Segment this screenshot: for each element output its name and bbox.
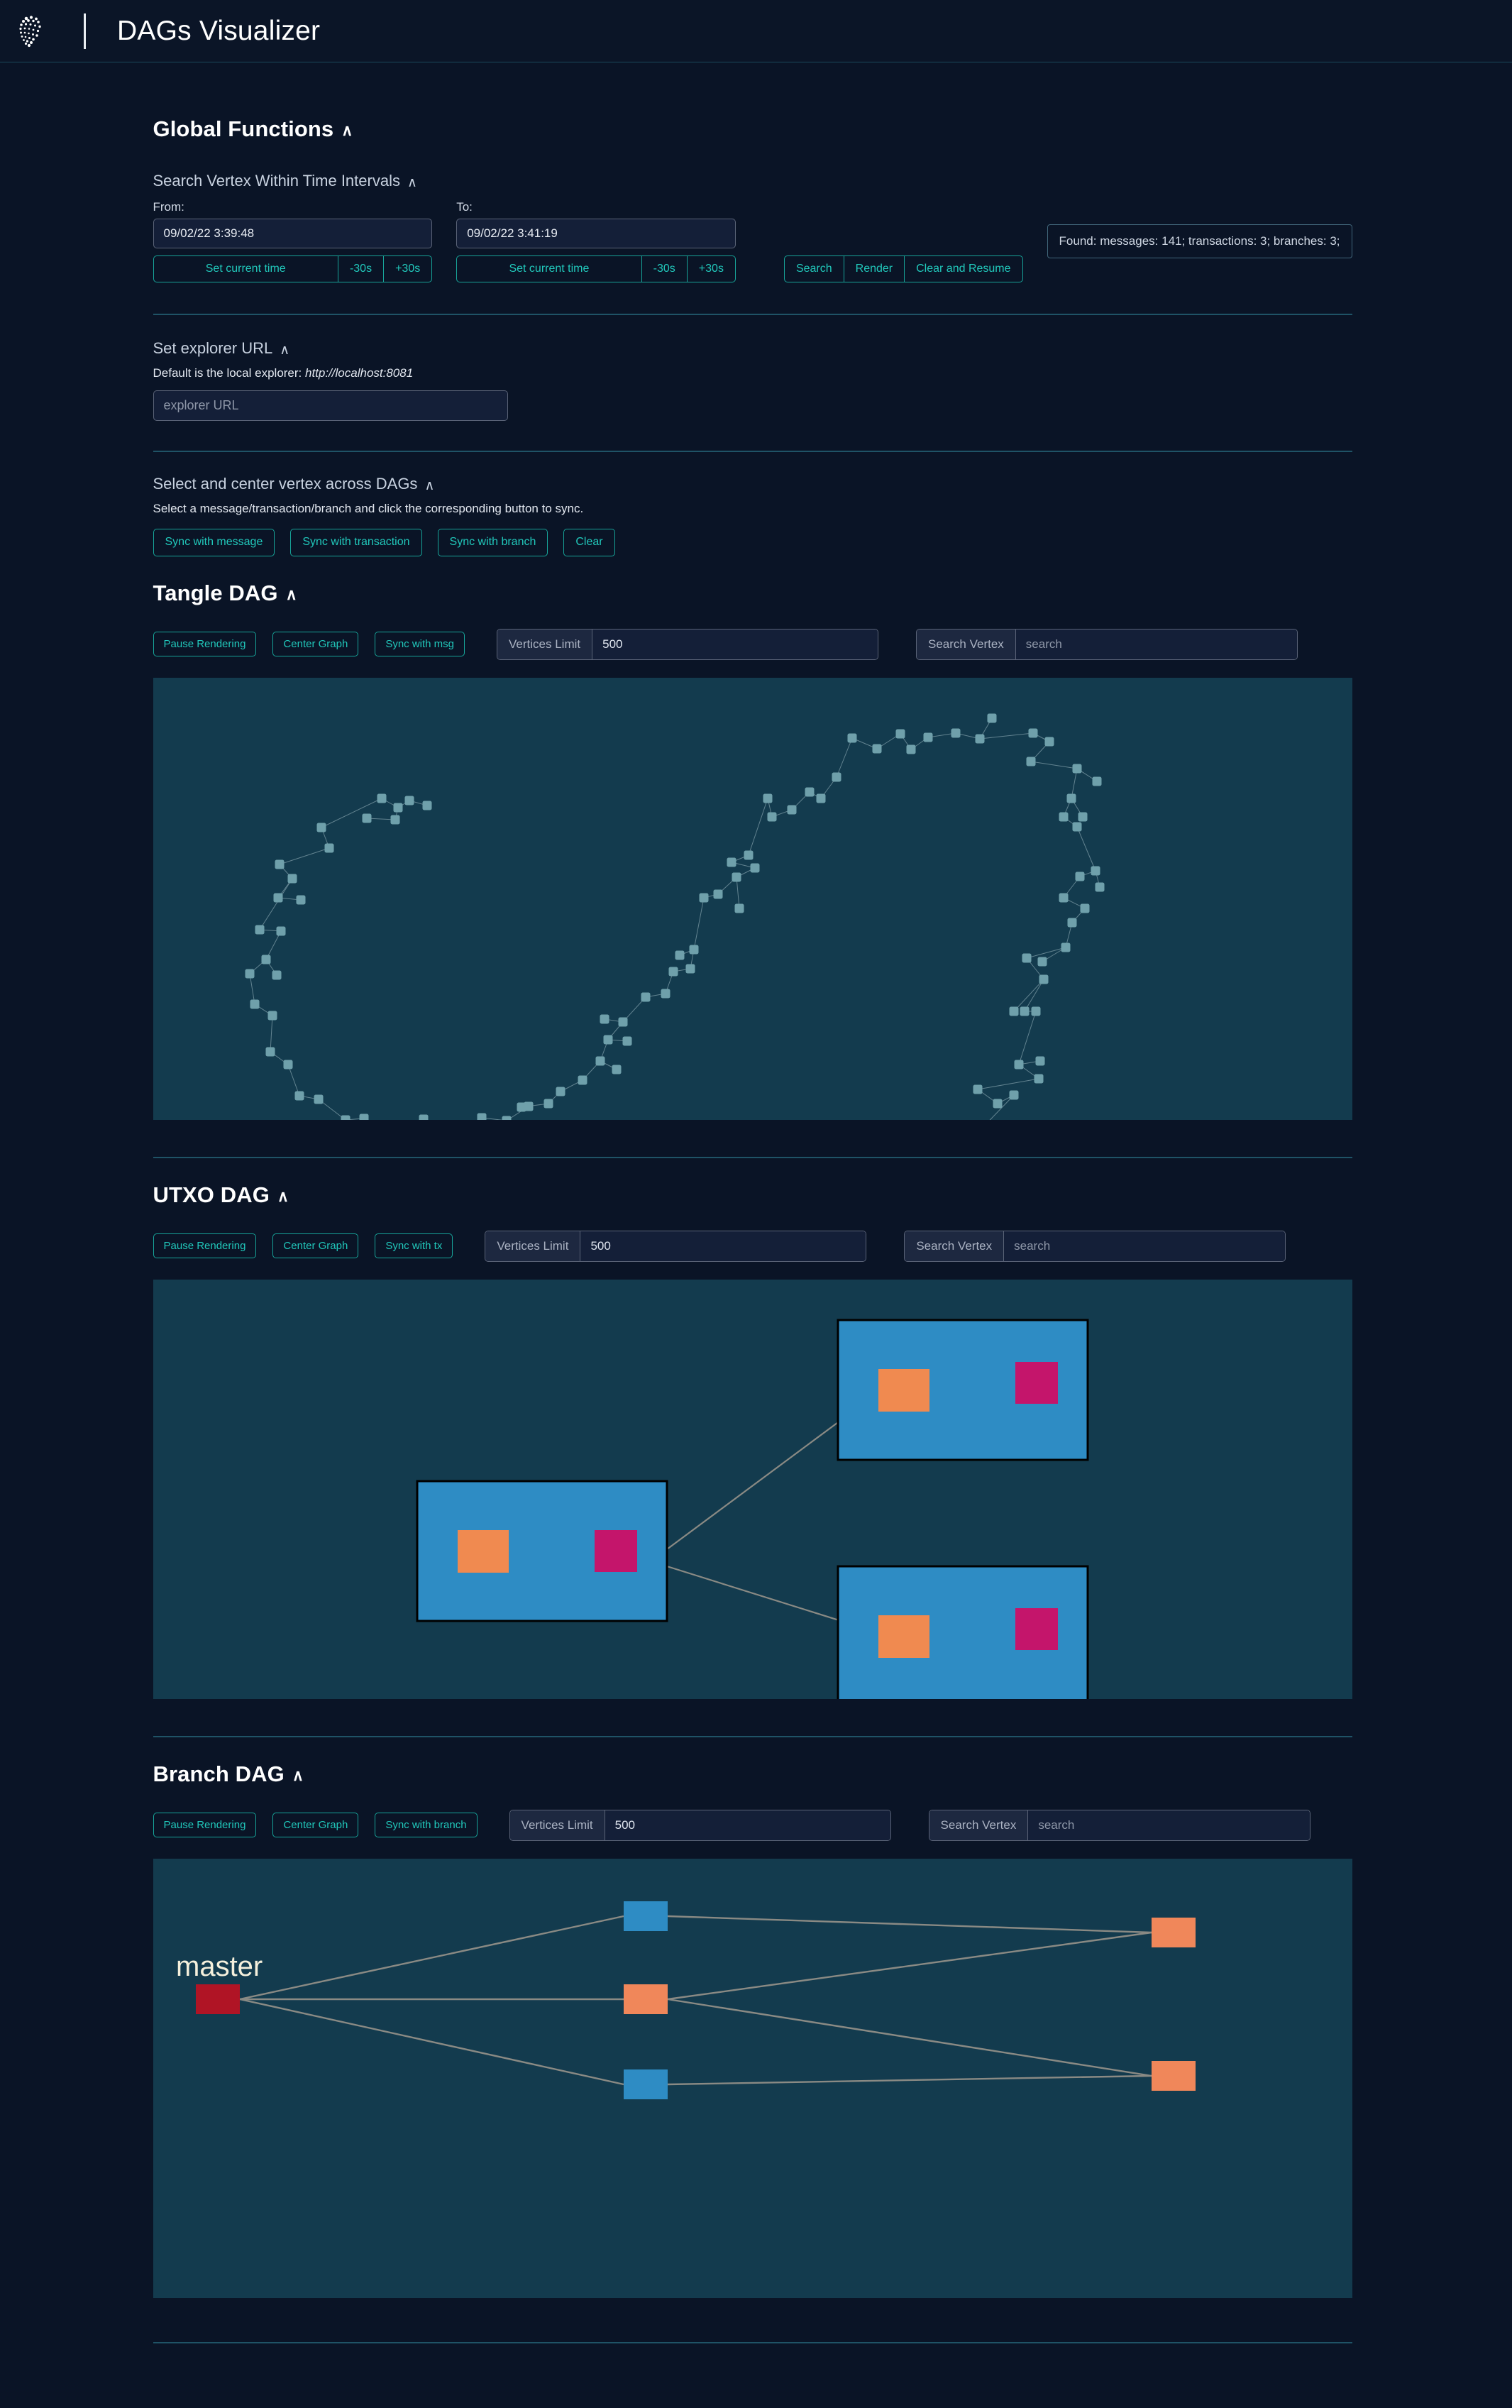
tangle-dag-title: Tangle DAG xyxy=(153,580,278,605)
chevron-up-icon[interactable]: ∧ xyxy=(424,479,434,493)
from-minus-30s-button[interactable]: -30s xyxy=(338,255,385,283)
to-label: To: xyxy=(456,200,473,214)
clear-and-resume-button[interactable]: Clear and Resume xyxy=(905,255,1023,283)
tangle-search-vertex-group: Search Vertex xyxy=(916,628,1298,660)
branch-sync-with-branch-button[interactable]: Sync with branch xyxy=(375,1813,478,1838)
utxo-search-vertex-input[interactable] xyxy=(1004,1231,1286,1261)
select-center-heading[interactable]: Select and center vertex across DAGs ∧ xyxy=(153,475,1352,493)
from-time-group: From: Set current time -30s +30s xyxy=(153,200,433,283)
divider xyxy=(153,1156,1352,1158)
divider xyxy=(153,314,1352,316)
app-header: DAGs Visualizer xyxy=(0,0,1512,62)
global-functions-heading[interactable]: Global Functions ∧ xyxy=(153,116,1352,142)
time-interval-title: Search Vertex Within Time Intervals xyxy=(153,172,400,189)
app-title: DAGs Visualizer xyxy=(117,15,321,46)
utxo-dag-title: UTXO DAG xyxy=(153,1182,270,1207)
branch-vertices-limit-input[interactable] xyxy=(605,1810,890,1840)
to-time-group: To: Set current time -30s +30s xyxy=(456,200,736,283)
header-separator xyxy=(84,13,86,49)
explorer-url-heading[interactable]: Set explorer URL ∧ xyxy=(153,339,1352,358)
explorer-url-title: Set explorer URL xyxy=(153,339,273,358)
sync-with-branch-button[interactable]: Sync with branch xyxy=(437,529,548,556)
sync-with-transaction-button[interactable]: Sync with transaction xyxy=(290,529,422,556)
divider xyxy=(153,2341,1352,2343)
explorer-url-input[interactable] xyxy=(153,390,508,422)
to-time-buttons: Set current time -30s +30s xyxy=(456,255,736,283)
utxo-dag-toolbar: Pause Rendering Center Graph Sync with t… xyxy=(153,1230,1352,1262)
utxo-pause-rendering-button[interactable]: Pause Rendering xyxy=(153,1233,257,1259)
branch-vertices-limit-group: Vertices Limit xyxy=(509,1809,891,1841)
tangle-dag-canvas[interactable] xyxy=(153,677,1352,1120)
from-set-current-time-button[interactable]: Set current time xyxy=(153,255,338,283)
tangle-dag-toolbar: Pause Rendering Center Graph Sync with m… xyxy=(153,628,1352,660)
utxo-search-vertex-label: Search Vertex xyxy=(905,1231,1005,1261)
branch-vertices-limit-label: Vertices Limit xyxy=(509,1810,605,1840)
branch-dag-toolbar: Pause Rendering Center Graph Sync with b… xyxy=(153,1809,1352,1841)
branch-search-vertex-label: Search Vertex xyxy=(929,1810,1029,1840)
search-button[interactable]: Search xyxy=(783,255,844,283)
utxo-search-vertex-group: Search Vertex xyxy=(904,1230,1286,1262)
branch-pause-rendering-button[interactable]: Pause Rendering xyxy=(153,1813,257,1838)
utxo-vertices-limit-input[interactable] xyxy=(580,1231,866,1261)
from-label: From: xyxy=(153,200,184,214)
search-action-buttons: Search Render Clear and Resume xyxy=(783,255,1023,283)
utxo-dag-section: UTXO DAG ∧ Pause Rendering Center Graph … xyxy=(153,1182,1352,1699)
svg-text:master: master xyxy=(176,1951,263,1982)
explorer-url-block: Set explorer URL ∧ Default is the local … xyxy=(153,339,1352,422)
utxo-vertices-limit-label: Vertices Limit xyxy=(485,1231,581,1261)
to-minus-30s-button[interactable]: -30s xyxy=(641,255,688,283)
to-set-current-time-button[interactable]: Set current time xyxy=(456,255,642,283)
utxo-dag-heading[interactable]: UTXO DAG ∧ xyxy=(153,1182,1352,1208)
select-center-helper: Select a message/transaction/branch and … xyxy=(153,502,584,516)
branch-dag-heading[interactable]: Branch DAG ∧ xyxy=(153,1761,1352,1787)
from-plus-30s-button[interactable]: +30s xyxy=(384,255,433,283)
tangle-dag-heading[interactable]: Tangle DAG ∧ xyxy=(153,581,1352,606)
utxo-sync-with-tx-button[interactable]: Sync with tx xyxy=(375,1233,453,1259)
branch-search-vertex-input[interactable] xyxy=(1028,1810,1310,1840)
explorer-url-helper: Default is the local explorer: http://lo… xyxy=(153,366,1352,380)
time-interval-block: Search Vertex Within Time Intervals ∧ Fr… xyxy=(153,172,1352,283)
chevron-up-icon[interactable]: ∧ xyxy=(341,123,353,138)
sync-with-message-button[interactable]: Sync with message xyxy=(153,529,275,556)
tangle-search-vertex-input[interactable] xyxy=(1015,629,1298,659)
found-status-badge: Found: messages: 141; transactions: 3; b… xyxy=(1047,224,1352,259)
chevron-up-icon[interactable]: ∧ xyxy=(407,176,417,189)
branch-search-vertex-group: Search Vertex xyxy=(928,1809,1310,1841)
divider xyxy=(153,1735,1352,1737)
explorer-url-helper-prefix: Default is the local explorer: xyxy=(153,366,305,380)
tangle-center-graph-button[interactable]: Center Graph xyxy=(272,632,359,657)
divider xyxy=(153,451,1352,453)
chevron-up-icon[interactable]: ∧ xyxy=(280,343,289,357)
render-button[interactable]: Render xyxy=(844,255,905,283)
to-plus-30s-button[interactable]: +30s xyxy=(687,255,736,283)
chevron-up-icon[interactable]: ∧ xyxy=(277,1188,289,1204)
tangle-vertices-limit-label: Vertices Limit xyxy=(497,629,593,659)
sync-button-row: Sync with message Sync with transaction … xyxy=(153,529,1352,556)
tangle-sync-with-msg-button[interactable]: Sync with msg xyxy=(375,632,465,657)
iota-logo-icon xyxy=(14,11,54,51)
utxo-vertices-limit-group: Vertices Limit xyxy=(485,1230,867,1262)
clear-button[interactable]: Clear xyxy=(563,529,615,556)
branch-dag-title: Branch DAG xyxy=(153,1761,285,1786)
utxo-center-graph-button[interactable]: Center Graph xyxy=(272,1233,359,1259)
to-time-input[interactable] xyxy=(456,219,736,248)
chevron-up-icon[interactable]: ∧ xyxy=(286,586,297,603)
select-center-title: Select and center vertex across DAGs xyxy=(153,475,418,493)
tangle-vertices-limit-input[interactable] xyxy=(592,629,878,659)
tangle-pause-rendering-button[interactable]: Pause Rendering xyxy=(153,632,257,657)
global-functions-title: Global Functions xyxy=(153,116,334,141)
tangle-vertices-limit-group: Vertices Limit xyxy=(497,628,879,660)
utxo-dag-canvas[interactable] xyxy=(153,1279,1352,1699)
branch-center-graph-button[interactable]: Center Graph xyxy=(272,1813,359,1838)
explorer-url-default: http://localhost:8081 xyxy=(305,366,414,380)
select-center-block: Select and center vertex across DAGs ∧ S… xyxy=(153,475,1352,556)
branch-dag-section: Branch DAG ∧ Pause Rendering Center Grap… xyxy=(153,1761,1352,2298)
chevron-up-icon[interactable]: ∧ xyxy=(292,1767,304,1783)
tangle-dag-section: Tangle DAG ∧ Pause Rendering Center Grap… xyxy=(153,581,1352,1120)
branch-dag-canvas[interactable]: master xyxy=(153,1858,1352,2298)
from-time-input[interactable] xyxy=(153,219,433,248)
time-interval-heading[interactable]: Search Vertex Within Time Intervals ∧ xyxy=(153,172,1352,190)
tangle-search-vertex-label: Search Vertex xyxy=(917,629,1016,659)
from-time-buttons: Set current time -30s +30s xyxy=(153,255,433,283)
